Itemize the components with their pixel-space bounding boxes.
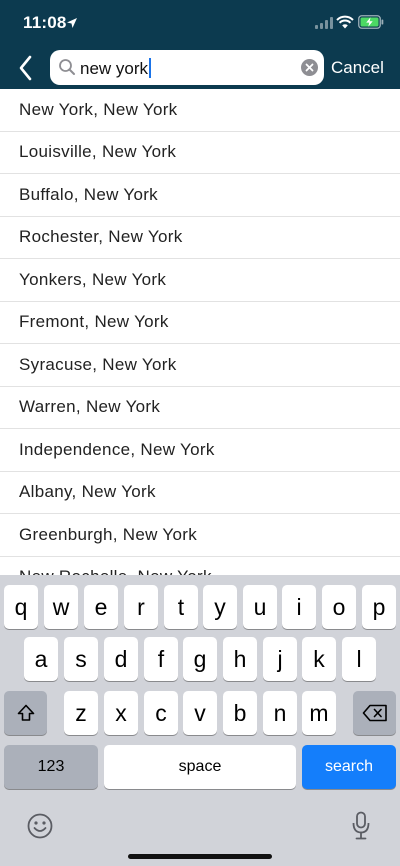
key-k[interactable]: k	[302, 637, 336, 681]
key-y[interactable]: y	[203, 585, 237, 629]
key-c[interactable]: c	[144, 691, 178, 735]
backspace-icon	[362, 704, 387, 722]
key-e[interactable]: e	[84, 585, 118, 629]
location-arrow-icon	[67, 18, 77, 28]
key-j[interactable]: j	[263, 637, 297, 681]
battery-charging-icon	[358, 15, 384, 29]
result-item[interactable]: Louisville, New York	[0, 132, 400, 174]
result-item[interactable]: Greenburgh, New York	[0, 514, 400, 557]
search-key[interactable]: search	[302, 745, 396, 789]
back-chevron-icon[interactable]	[14, 53, 40, 83]
key-s[interactable]: s	[64, 637, 98, 681]
result-item[interactable]: Buffalo, New York	[0, 174, 400, 217]
backspace-key[interactable]	[353, 691, 396, 735]
key-v[interactable]: v	[183, 691, 217, 735]
wifi-icon	[336, 15, 354, 29]
key-l[interactable]: l	[342, 637, 376, 681]
numbers-key[interactable]: 123	[4, 745, 98, 789]
search-icon	[59, 59, 75, 75]
key-q[interactable]: q	[4, 585, 38, 629]
text-cursor	[149, 58, 152, 78]
search-input[interactable]: new york	[80, 58, 152, 78]
result-item[interactable]: Yonkers, New York	[0, 259, 400, 302]
microphone-icon[interactable]	[351, 811, 371, 841]
key-h[interactable]: h	[223, 637, 257, 681]
home-indicator	[128, 854, 272, 859]
key-a[interactable]: a	[24, 637, 58, 681]
key-f[interactable]: f	[144, 637, 178, 681]
clear-icon[interactable]	[301, 59, 318, 76]
key-n[interactable]: n	[263, 691, 297, 735]
key-p[interactable]: p	[362, 585, 396, 629]
result-item[interactable]: Fremont, New York	[0, 302, 400, 344]
key-t[interactable]: t	[164, 585, 198, 629]
space-key[interactable]: space	[104, 745, 296, 789]
results-list: New York, New York Louisville, New York …	[0, 89, 400, 575]
key-d[interactable]: d	[104, 637, 138, 681]
key-m[interactable]: m	[302, 691, 336, 735]
key-x[interactable]: x	[104, 691, 138, 735]
result-item[interactable]: New Rochelle, New York	[0, 557, 400, 575]
shift-key[interactable]	[4, 691, 47, 735]
result-item[interactable]: Rochester, New York	[0, 217, 400, 259]
result-item[interactable]: New York, New York	[0, 89, 400, 132]
key-r[interactable]: r	[124, 585, 158, 629]
result-item[interactable]: Syracuse, New York	[0, 344, 400, 387]
keyboard: q w e r t y u i o p a s d f g h j k l z …	[0, 575, 400, 866]
key-b[interactable]: b	[223, 691, 257, 735]
result-item[interactable]: Warren, New York	[0, 387, 400, 429]
cellular-signal-icon	[315, 17, 333, 29]
key-o[interactable]: o	[322, 585, 356, 629]
search-field[interactable]: new york	[50, 50, 324, 85]
status-time: 11:08	[23, 13, 67, 32]
emoji-icon[interactable]	[26, 812, 54, 840]
key-i[interactable]: i	[282, 585, 316, 629]
result-item[interactable]: Independence, New York	[0, 429, 400, 472]
key-u[interactable]: u	[243, 585, 277, 629]
key-w[interactable]: w	[44, 585, 78, 629]
cancel-button[interactable]: Cancel	[331, 58, 384, 78]
status-bar: 11:08	[0, 0, 400, 44]
shift-icon	[17, 704, 34, 721]
result-item[interactable]: Albany, New York	[0, 472, 400, 514]
key-g[interactable]: g	[183, 637, 217, 681]
top-bar: 11:08 new york Cancel	[0, 0, 400, 89]
key-z[interactable]: z	[64, 691, 98, 735]
